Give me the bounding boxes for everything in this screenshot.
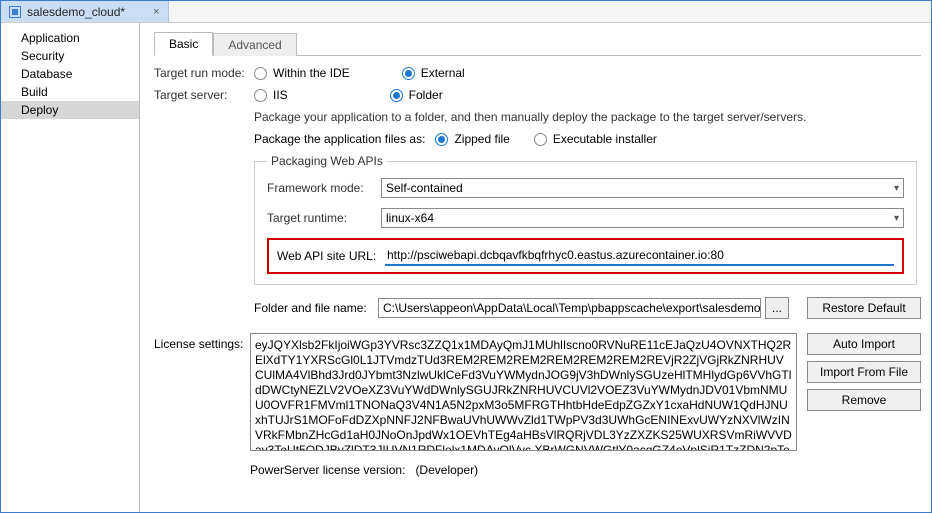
sidebar-item-database[interactable]: Database [1,65,139,83]
select-runtime[interactable]: linux-x64 ▾ [381,208,904,228]
remove-button[interactable]: Remove [807,389,921,411]
radio-executable[interactable]: Executable installer [534,132,657,146]
radio-circle [254,67,267,80]
sidebar-item-application[interactable]: Application [1,29,139,47]
version-label: PowerServer license version: [250,463,405,477]
select-framework-value: Self-contained [386,181,463,195]
document-icon [9,6,21,18]
row-folder: Folder and file name: C:\Users\appeon\Ap… [254,297,921,319]
restore-default-button[interactable]: Restore Default [807,297,921,319]
import-from-file-button[interactable]: Import From File [807,361,921,383]
label-target-server: Target server: [154,88,254,102]
close-icon[interactable]: × [153,6,159,18]
radio-circle [435,133,448,146]
tab-basic[interactable]: Basic [154,32,213,56]
radio-iis[interactable]: IIS [254,88,288,102]
input-webapi-url[interactable] [385,246,894,266]
radio-circle [390,89,403,102]
row-framework: Framework mode: Self-contained ▾ [267,178,904,198]
chevron-down-icon: ▾ [894,183,899,194]
sidebar-item-deploy[interactable]: Deploy [1,101,139,119]
tab-advanced[interactable]: Advanced [213,33,296,56]
version-value: (Developer) [415,463,478,477]
row-package-files: Package the application files as: Zipped… [254,132,921,146]
version-line: PowerServer license version: (Developer) [250,463,921,477]
sidebar-item-security[interactable]: Security [1,47,139,65]
radio-folder[interactable]: Folder [390,88,443,102]
window: salesdemo_cloud* × Application Security … [0,0,932,513]
highlight-url: Web API site URL: [267,238,904,274]
row-target-server: Target server: IIS Folder [154,88,921,102]
sidebar-item-build[interactable]: Build [1,83,139,101]
main-panel: Basic Advanced Target run mode: Within t… [140,23,931,512]
inner-tabs: Basic Advanced [154,31,921,56]
row-license: License settings: Auto Import Import Fro… [154,333,921,451]
label-framework: Framework mode: [267,181,381,195]
radio-executable-label: Executable installer [553,132,657,146]
sidebar: Application Security Database Build Depl… [1,23,140,512]
radio-zipped[interactable]: Zipped file [435,132,509,146]
chevron-down-icon: ▾ [894,213,899,224]
label-run-mode: Target run mode: [154,66,254,80]
group-packaging-apis: Packaging Web APIs Framework mode: Self-… [254,154,917,285]
row-run-mode: Target run mode: Within the IDE External [154,66,921,80]
body-area: Application Security Database Build Depl… [1,23,931,512]
document-tabbar: salesdemo_cloud* × [1,1,931,23]
radio-within-ide-label: Within the IDE [273,66,350,80]
radio-folder-label: Folder [409,88,443,102]
select-framework[interactable]: Self-contained ▾ [381,178,904,198]
radio-circle [534,133,547,146]
label-webapi-url: Web API site URL: [277,249,385,263]
deploy-description: Package your application to a folder, an… [254,110,921,124]
label-folder: Folder and file name: [254,301,378,315]
radio-zipped-label: Zipped file [454,132,509,146]
radio-circle [254,89,267,102]
document-tab-title: salesdemo_cloud* [27,5,125,19]
label-license: License settings: [154,333,250,351]
radio-iis-label: IIS [273,88,288,102]
radio-within-ide[interactable]: Within the IDE [254,66,350,80]
radio-external-label: External [421,66,465,80]
row-runtime: Target runtime: linux-x64 ▾ [267,208,904,228]
radio-circle [402,67,415,80]
license-textarea[interactable] [250,333,797,451]
auto-import-button[interactable]: Auto Import [807,333,921,355]
label-runtime: Target runtime: [267,211,381,225]
license-buttons: Auto Import Import From File Remove [807,333,921,411]
browse-button[interactable]: ... [765,297,789,319]
group-legend: Packaging Web APIs [267,154,387,168]
input-folder[interactable]: C:\Users\appeon\AppData\Local\Temp\pbapp… [378,298,761,318]
document-tab[interactable]: salesdemo_cloud* × [1,1,169,22]
select-runtime-value: linux-x64 [386,211,434,225]
radio-external[interactable]: External [402,66,465,80]
label-package-files: Package the application files as: [254,132,425,146]
